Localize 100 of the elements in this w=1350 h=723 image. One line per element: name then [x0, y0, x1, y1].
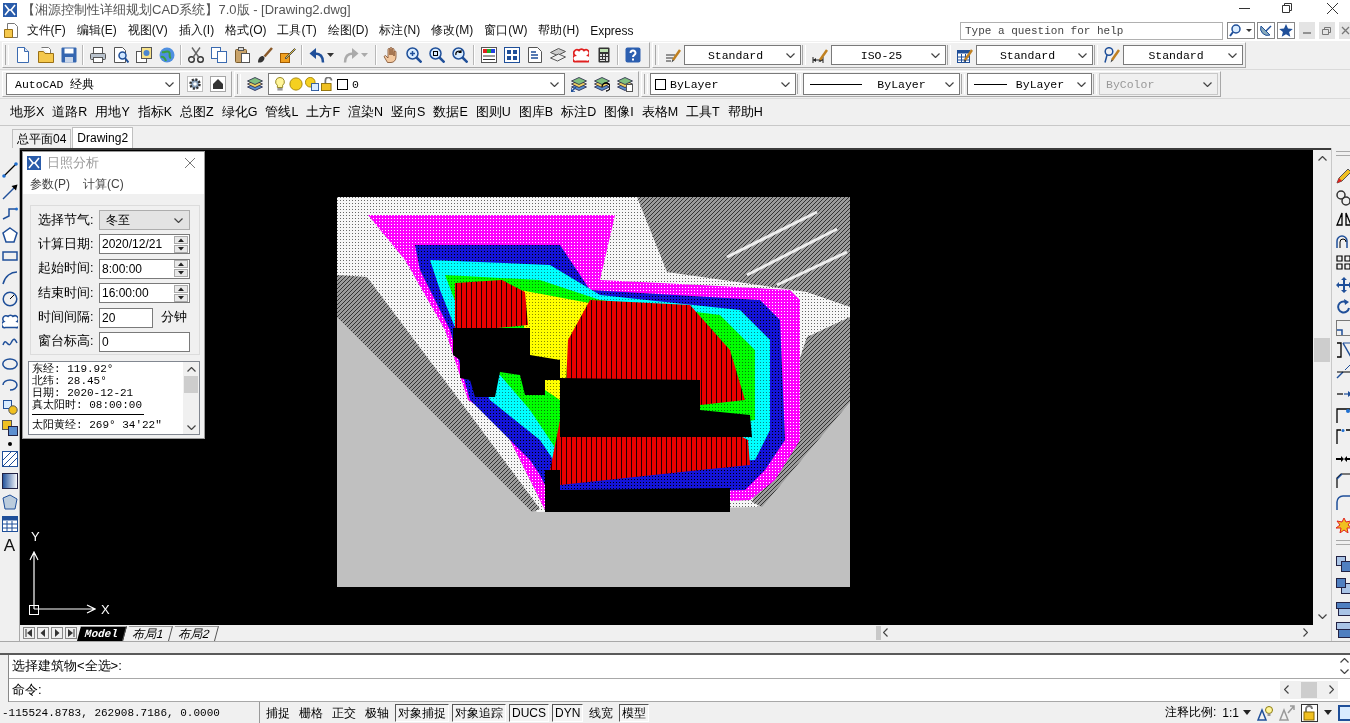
polyline-icon[interactable] [1, 205, 18, 221]
status-toggle-button[interactable]: 极轴 [362, 703, 392, 722]
down-chevron-icon[interactable] [1339, 669, 1349, 675]
menu-item[interactable]: 管线L [261, 103, 303, 121]
menu-item[interactable]: 参数(P) [30, 175, 70, 193]
status-toggle-button[interactable]: 捕捉 [263, 703, 293, 722]
multileader-style-dropdown[interactable]: Standard [1123, 45, 1243, 65]
status-toggle-button[interactable]: 正交 [329, 703, 359, 722]
explode-icon[interactable] [1336, 516, 1350, 533]
cloud-icon[interactable] [1, 312, 18, 329]
gradient-icon[interactable] [1, 472, 18, 489]
restore-icon[interactable] [1282, 3, 1292, 13]
star-icon[interactable] [1277, 22, 1295, 39]
help-search-field[interactable]: Type a question for help [960, 21, 1223, 40]
undo-icon[interactable] [308, 47, 325, 63]
dropdown[interactable]: 冬至 [99, 210, 190, 230]
page-magnifier-icon[interactable] [112, 47, 129, 63]
status-toggle-button[interactable]: 栅格 [296, 703, 326, 722]
menu-item[interactable]: 表格M [637, 103, 683, 121]
menu-item[interactable]: 工具T [682, 103, 724, 121]
caret-icon[interactable] [945, 81, 954, 87]
arc-icon[interactable] [1, 269, 18, 286]
dimension-style-dropdown[interactable]: ISO-25 [831, 45, 946, 65]
menu-item[interactable]: 计算(C) [83, 175, 124, 193]
layer-dropdown[interactable]: 0 [268, 73, 565, 95]
document-icon[interactable] [4, 23, 18, 38]
circles-icon[interactable] [1336, 189, 1350, 206]
menu-item[interactable]: 地形X [6, 103, 49, 121]
search-icon[interactable] [1227, 22, 1255, 39]
mirror-icon[interactable] [1336, 211, 1350, 228]
down-chevron-icon[interactable] [1317, 614, 1327, 619]
circle-icon[interactable] [1, 291, 18, 307]
layout-tab[interactable]: 布局1 [125, 625, 173, 641]
caret-icon[interactable] [931, 52, 940, 58]
status-toggle-button[interactable]: 对象捕捉 [395, 703, 449, 722]
block-insert-icon[interactable] [1, 398, 18, 415]
caret-icon[interactable] [781, 81, 790, 87]
blocks-icon[interactable] [1, 420, 18, 436]
caret-icon[interactable] [174, 217, 183, 223]
menu-item[interactable]: 工具(T) [272, 22, 323, 39]
spin-up-icon[interactable] [174, 284, 188, 293]
spin-down-icon[interactable] [174, 293, 188, 302]
spin-up-icon[interactable] [174, 260, 188, 269]
back-squares-icon[interactable] [1336, 577, 1350, 594]
pencil-icon[interactable] [1336, 167, 1350, 184]
color-dropdown[interactable]: ByLayer [650, 73, 796, 95]
horizontal-scrollbar[interactable] [1280, 680, 1338, 699]
minimize-icon[interactable] [1239, 7, 1250, 9]
pencil-square-icon[interactable] [279, 47, 296, 63]
menu-item[interactable]: 格式(O) [219, 22, 272, 39]
spin-field[interactable]: 8:00:00 [99, 258, 190, 279]
menu-item[interactable]: 帮助(H) [533, 22, 585, 39]
layers-arrow-icon[interactable] [570, 76, 587, 92]
dimension-pen-icon[interactable] [811, 47, 828, 63]
ellipse-icon[interactable] [1, 355, 18, 372]
status-toggle-button[interactable]: 模型 [619, 703, 650, 722]
under-squares-icon[interactable] [1336, 621, 1350, 638]
menu-item[interactable]: 窗口(W) [478, 22, 533, 39]
point-icon[interactable] [7, 441, 12, 446]
menu-item[interactable]: Express [584, 23, 639, 38]
caret-icon[interactable] [165, 81, 174, 87]
trim-icon[interactable] [1336, 363, 1350, 380]
up-chevron-icon[interactable] [1339, 658, 1349, 664]
stacked-squares-icon[interactable] [1336, 599, 1350, 616]
ellipse-arc-icon[interactable] [1, 377, 18, 393]
sun-frame-icon[interactable] [305, 77, 319, 91]
menu-item[interactable]: 竖向S [387, 103, 430, 121]
menu-item[interactable]: 编辑(E) [71, 22, 123, 39]
satellite-dish-icon[interactable] [1257, 22, 1275, 39]
globe-icon[interactable] [158, 47, 175, 63]
printer-icon[interactable] [89, 47, 106, 63]
lineweight-dropdown[interactable]: ByLayer [967, 73, 1092, 95]
layers-back-icon[interactable] [593, 76, 610, 92]
caret-icon[interactable] [1077, 81, 1086, 87]
caret-icon[interactable] [1078, 52, 1087, 58]
folder-icon[interactable] [37, 47, 54, 63]
hatch-icon[interactable] [1, 451, 18, 467]
input-field[interactable]: 0 [99, 331, 190, 352]
left-chevron-icon[interactable] [1284, 685, 1289, 695]
right-chevron-icon[interactable] [1329, 685, 1334, 695]
command-prompt[interactable]: 命令: [9, 680, 1280, 699]
right-chevron-icon[interactable] [1303, 628, 1308, 637]
status-toggle-button[interactable]: 线宽 [586, 703, 617, 722]
splitter-bar[interactable] [0, 641, 1350, 655]
menu-item[interactable]: 标注(N) [374, 22, 426, 39]
bulb-icon[interactable] [273, 77, 287, 91]
stacked-pages-icon[interactable] [135, 47, 152, 63]
menu-item[interactable]: 文件(F) [21, 22, 72, 39]
close-icon[interactable] [1327, 2, 1338, 14]
break-point-icon[interactable] [1336, 407, 1350, 424]
chamfer-icon[interactable] [1336, 472, 1350, 489]
document-tab[interactable]: 总平面04 [12, 129, 72, 148]
page-list-icon[interactable] [526, 47, 543, 63]
menu-item[interactable]: 总图Z [176, 103, 218, 121]
left-chevron-icon[interactable] [883, 628, 888, 637]
fillet-icon[interactable] [1336, 494, 1350, 511]
document-tab[interactable]: Drawing2 [72, 127, 134, 148]
grid-panel-icon[interactable] [503, 47, 520, 63]
table-style-dropdown[interactable]: Standard [976, 45, 1093, 65]
layers-page-icon[interactable] [616, 76, 633, 92]
